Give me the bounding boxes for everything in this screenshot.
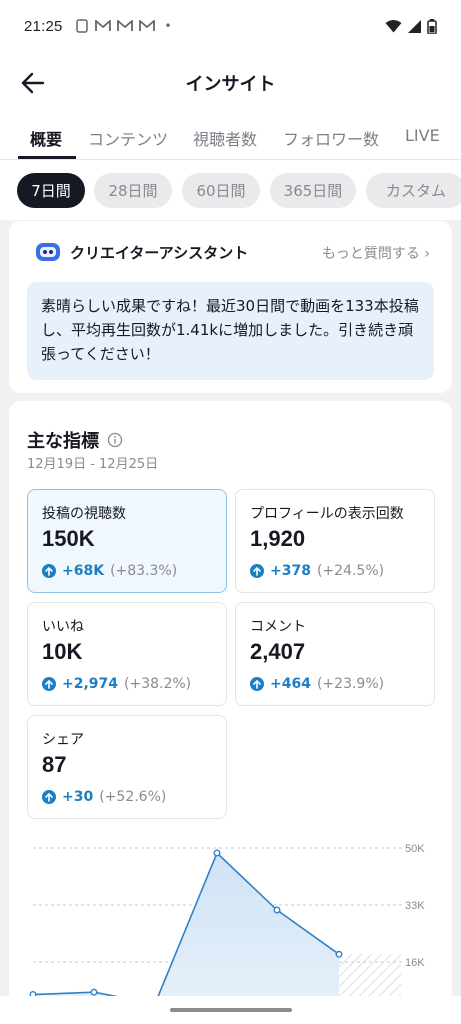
more-notifications-dot: • xyxy=(164,19,172,33)
metric-change-percent: (+38.2%) xyxy=(124,676,192,692)
signal-icon xyxy=(408,19,421,33)
metric-label: シェア xyxy=(42,732,84,748)
metric-value: 1,920 xyxy=(250,526,306,551)
active-tab-indicator xyxy=(18,156,76,159)
metric-change: +68K xyxy=(62,563,105,579)
battery-icon xyxy=(427,18,437,34)
assistant-message: 素晴らしい成果ですね！最近30日間で動画を133本投稿し、平均再生回数が1.41… xyxy=(27,282,434,380)
data-point[interactable] xyxy=(90,988,98,996)
gesture-bar xyxy=(0,996,461,1024)
back-button[interactable] xyxy=(16,66,50,100)
metric-label: いいね xyxy=(42,619,84,635)
arrow-up-icon xyxy=(42,677,56,691)
assistant-robot-icon xyxy=(36,243,60,261)
metric-change-percent: (+23.9%) xyxy=(316,676,385,692)
tab-content[interactable]: コンテンツ xyxy=(88,126,168,150)
chip-7-days[interactable]: 7日間 xyxy=(17,173,85,208)
views-trend-chart: 50K 33K 16K xyxy=(29,843,425,997)
metric-value: 150K xyxy=(42,526,95,551)
gmail-icon xyxy=(138,20,155,31)
assistant-title: クリエイターアシスタント xyxy=(70,244,249,262)
home-indicator[interactable] xyxy=(170,1008,292,1012)
status-bar: 21:25 • xyxy=(0,0,461,52)
metric-change: +464 xyxy=(270,676,311,692)
y-tick-label: 16K xyxy=(405,957,425,969)
metric-comments[interactable]: コメント 2,407 +464 (+23.9%) xyxy=(235,602,435,706)
metric-label: 投稿の視聴数 xyxy=(42,506,126,522)
metric-label: プロフィールの表示回数 xyxy=(250,506,404,522)
metric-shares[interactable]: シェア 87 +30 (+52.6%) xyxy=(27,715,227,819)
metric-change: +2,974 xyxy=(62,676,119,692)
tab-overview[interactable]: 概要 xyxy=(30,126,62,150)
arrow-up-icon xyxy=(250,564,264,578)
chip-28-days[interactable]: 28日間 xyxy=(94,173,172,208)
forecast-hatch xyxy=(339,954,401,997)
metric-change: +30 xyxy=(62,789,94,805)
period-selector: 7日間 28日間 60日間 365日間 カスタム xyxy=(0,160,461,220)
metric-label: コメント xyxy=(250,619,306,635)
metrics-title: 主な指標 xyxy=(27,431,99,452)
metric-profile-views[interactable]: プロフィールの表示回数 1,920 +378 (+24.5%) xyxy=(235,489,435,593)
screenshot-icon xyxy=(75,19,88,33)
chip-60-days[interactable]: 60日間 xyxy=(182,173,260,208)
gmail-icon xyxy=(94,20,111,31)
tab-live[interactable]: LIVE xyxy=(405,126,440,145)
chip-custom[interactable]: カスタム xyxy=(366,173,461,208)
ask-more-link[interactable]: もっと質問する › xyxy=(322,243,430,263)
y-tick-label: 50K xyxy=(405,843,425,855)
top-app-bar: インサイト xyxy=(0,52,461,114)
views-area-fill xyxy=(33,853,339,997)
metric-likes[interactable]: いいね 10K +2,974 (+38.2%) xyxy=(27,602,227,706)
data-point[interactable] xyxy=(335,950,343,958)
tab-viewers[interactable]: 視聴者数 xyxy=(193,126,257,150)
metric-change: +378 xyxy=(270,563,311,579)
back-arrow-icon xyxy=(21,72,45,94)
arrow-up-icon xyxy=(42,564,56,578)
wifi-icon xyxy=(385,20,402,33)
metric-change-percent: (+24.5%) xyxy=(316,563,385,579)
metric-value: 2,407 xyxy=(250,639,306,664)
metric-change-percent: (+52.6%) xyxy=(99,789,167,805)
arrow-up-icon xyxy=(250,677,264,691)
date-range: 12月19日 - 12月25日 xyxy=(27,457,159,472)
metric-value: 87 xyxy=(42,752,67,777)
metric-change-percent: (+83.3%) xyxy=(110,563,178,579)
info-icon[interactable] xyxy=(107,432,123,448)
gmail-icon xyxy=(116,20,133,31)
creator-assistant-card: クリエイターアシスタント もっと質問する › 素晴らしい成果ですね！最近30日間… xyxy=(9,221,452,393)
data-point[interactable] xyxy=(213,849,221,857)
status-time: 21:25 xyxy=(24,17,63,35)
tab-followers[interactable]: フォロワー数 xyxy=(283,126,379,150)
key-metrics-card: 主な指標 12月19日 - 12月25日 投稿の視聴数 150K +68K (+… xyxy=(9,401,452,1024)
data-point[interactable] xyxy=(273,906,281,914)
chip-365-days[interactable]: 365日間 xyxy=(270,173,356,208)
y-tick-label: 33K xyxy=(405,900,425,912)
insight-tabs: 概要 コンテンツ 視聴者数 フォロワー数 LIVE xyxy=(0,114,461,160)
page-title: インサイト xyxy=(185,74,276,94)
notification-icons: • xyxy=(75,19,172,33)
metric-value: 10K xyxy=(42,639,83,664)
metric-post-views[interactable]: 投稿の視聴数 150K +68K (+83.3%) xyxy=(27,489,227,593)
arrow-up-icon xyxy=(42,790,56,804)
